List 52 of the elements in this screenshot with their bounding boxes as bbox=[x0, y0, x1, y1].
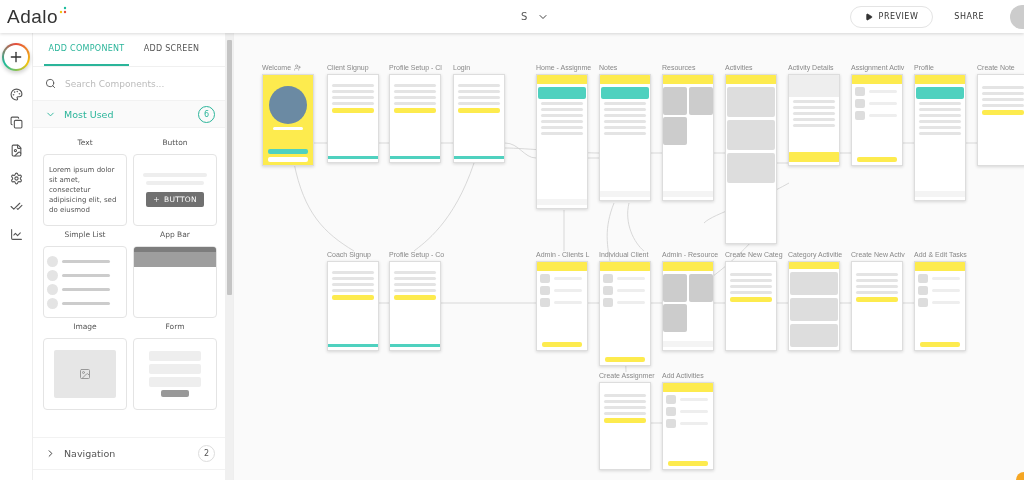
screen-thumbnail[interactable] bbox=[453, 74, 505, 163]
screens-icon[interactable] bbox=[9, 116, 23, 129]
image-file-icon[interactable] bbox=[9, 144, 23, 157]
settings-icon[interactable] bbox=[9, 172, 23, 185]
screen-thumbnail[interactable] bbox=[327, 261, 379, 351]
screen-thumbnail[interactable] bbox=[914, 261, 966, 351]
screen-thumbnail[interactable] bbox=[327, 74, 379, 163]
screen-thumbnail[interactable] bbox=[851, 74, 903, 166]
screen-thumbnail[interactable] bbox=[662, 382, 714, 470]
sparkle-icon bbox=[59, 5, 68, 14]
play-icon bbox=[864, 12, 873, 21]
screen-thumbnail[interactable] bbox=[914, 74, 966, 201]
image-component-tile[interactable] bbox=[43, 338, 127, 410]
palette-icon[interactable] bbox=[9, 88, 23, 101]
app-bar-component-tile[interactable] bbox=[133, 246, 217, 318]
plus-icon bbox=[153, 196, 160, 203]
panel-tab[interactable]: ADD COMPONENT bbox=[44, 33, 129, 66]
screen-thumbnail[interactable] bbox=[788, 261, 840, 351]
scrollbar[interactable] bbox=[225, 33, 233, 480]
screen-thumbnail[interactable] bbox=[536, 74, 588, 209]
panel-tab[interactable]: ADD SCREEN bbox=[129, 33, 214, 66]
screen-thumbnail[interactable] bbox=[536, 261, 588, 351]
screen-thumbnail[interactable] bbox=[725, 74, 777, 244]
search-icon bbox=[45, 78, 56, 89]
line-chart-icon[interactable] bbox=[9, 228, 23, 241]
section-header[interactable]: Most Used 6 bbox=[33, 100, 225, 128]
section-title: Most Used bbox=[64, 108, 115, 120]
section-title: Navigation bbox=[64, 448, 117, 459]
plus-icon bbox=[8, 49, 24, 65]
section-header[interactable]: Navigation 2 bbox=[33, 437, 225, 470]
screen-thumbnail[interactable] bbox=[599, 74, 651, 201]
screen-thumbnail[interactable] bbox=[977, 74, 1024, 166]
form-component-tile[interactable] bbox=[133, 338, 217, 410]
screen-thumbnail[interactable] bbox=[389, 261, 441, 351]
screen-thumbnail[interactable] bbox=[725, 261, 777, 351]
screen-thumbnail[interactable] bbox=[851, 261, 903, 351]
screen-thumbnail[interactable] bbox=[662, 74, 714, 201]
double-check-icon[interactable] bbox=[9, 200, 23, 213]
logo[interactable]: Adalo bbox=[7, 5, 59, 28]
list-component-tile[interactable] bbox=[43, 246, 127, 318]
add-button[interactable] bbox=[2, 43, 30, 71]
avatar[interactable] bbox=[1010, 4, 1024, 29]
image-icon bbox=[79, 368, 91, 380]
screen-thumbnail[interactable] bbox=[599, 382, 651, 470]
screen-thumbnail[interactable] bbox=[599, 261, 651, 366]
screen-thumbnail[interactable] bbox=[389, 74, 441, 163]
screen-thumbnail[interactable] bbox=[662, 261, 714, 351]
screen-thumbnail[interactable] bbox=[262, 74, 314, 166]
app-name[interactable]: S bbox=[521, 11, 528, 22]
share-button[interactable]: SHARE bbox=[950, 8, 988, 25]
screen-thumbnail[interactable] bbox=[788, 74, 840, 166]
preview-button[interactable]: PREVIEW bbox=[849, 5, 934, 28]
